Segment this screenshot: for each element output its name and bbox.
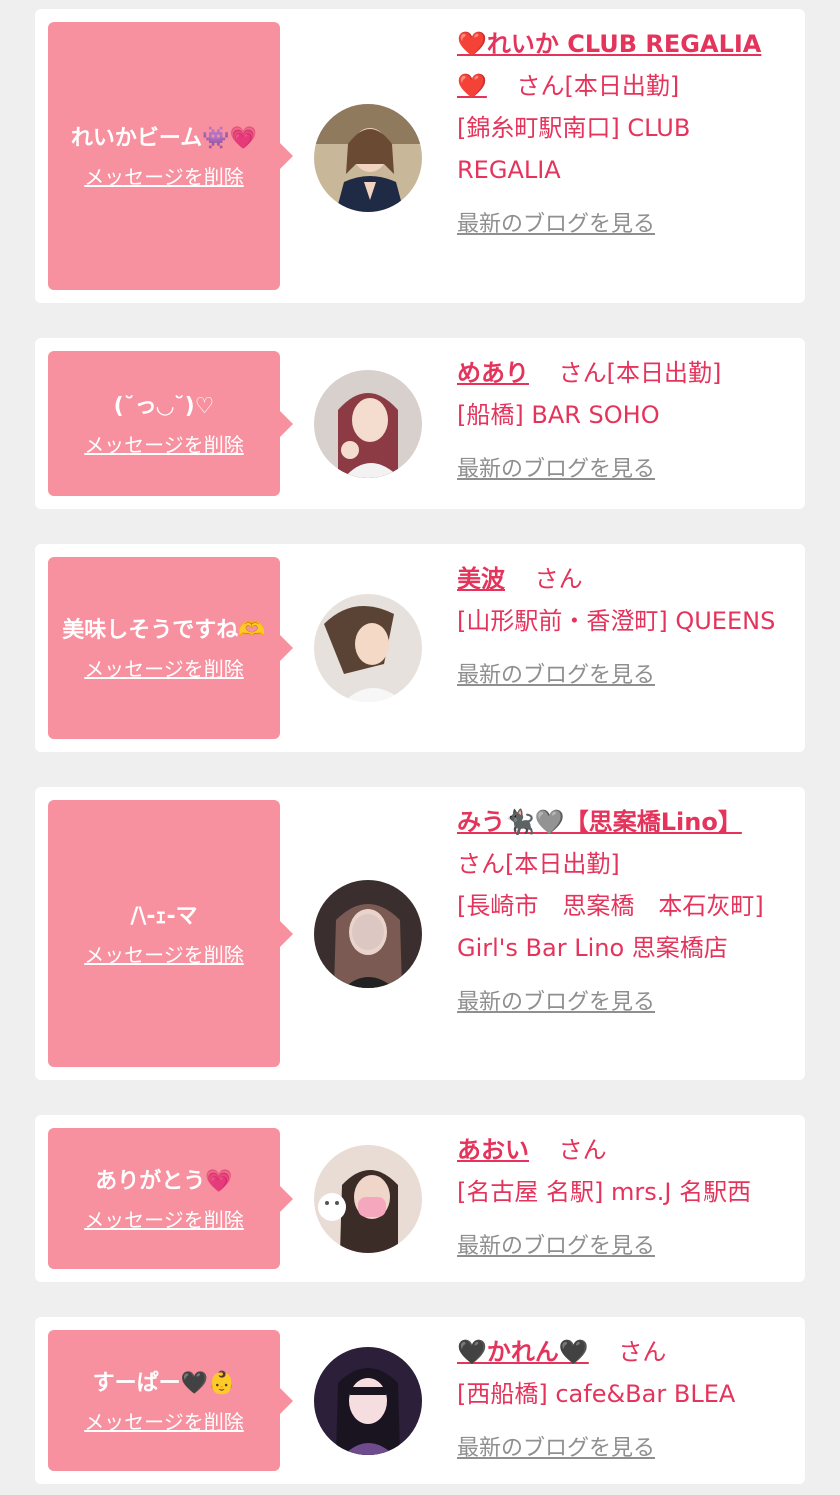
honorific: さん	[457, 850, 505, 878]
message-text: すーぱー🖤👶	[92, 1370, 236, 1396]
avatar[interactable]	[314, 104, 422, 212]
shop-name: [西船橋] cafe&Bar BLEA	[457, 1380, 736, 1408]
attendance-status: [本日出勤]	[564, 72, 680, 100]
message-bubble: 美味しそうですね🫶 メッセージを削除	[48, 557, 293, 739]
message-bubble: (˘っ◡˘)♡ メッセージを削除	[48, 351, 293, 496]
cast-info: ❤️れいか CLUB REGALIA❤️ さん[本日出勤] [錦糸町駅南口] C…	[457, 23, 793, 244]
shop-name: [錦糸町駅南口] CLUB REGALIA	[457, 114, 691, 184]
cast-card: (˘っ◡˘)♡ メッセージを削除 めあり さん[本日出勤] [船橋] BAR S…	[35, 338, 805, 509]
cast-name-link[interactable]: みう🐈‍⬛🩶【思案橋Lino】	[457, 808, 742, 836]
message-bubble: れいかビーム👾💗 メッセージを削除	[48, 22, 293, 290]
cast-name-link[interactable]: 🖤かれん🖤	[457, 1338, 589, 1366]
latest-blog-link[interactable]: 最新のブログを見る	[457, 987, 655, 1019]
delete-message-button[interactable]: メッセージを削除	[84, 431, 244, 459]
message-text: 美味しそうですね🫶	[62, 618, 266, 643]
message-text: ありがとう💗	[95, 1168, 233, 1194]
honorific: さん	[558, 359, 607, 387]
message-bubble: すーぱー🖤👶 メッセージを削除	[48, 1330, 293, 1471]
latest-blog-link[interactable]: 最新のブログを見る	[457, 1231, 655, 1263]
delete-message-button[interactable]: メッセージを削除	[84, 1206, 244, 1234]
delete-message-button[interactable]: メッセージを削除	[84, 163, 244, 191]
cast-info: 美波 さん [山形駅前・香澄町] QUEENS 最新のブログを見る	[457, 558, 793, 695]
avatar[interactable]	[314, 1347, 422, 1455]
avatar[interactable]	[314, 370, 422, 478]
message-bubble: /\-ｪ-マ メッセージを削除	[48, 800, 293, 1067]
cast-card: すーぱー🖤👶 メッセージを削除 🖤かれん🖤 さん [西船橋] cafe&Bar …	[35, 1317, 805, 1484]
honorific: さん	[516, 72, 565, 100]
cast-info: みう🐈‍⬛🩶【思案橋Lino】 さん[本日出勤] [長崎市 思案橋 本石灰町] …	[457, 801, 793, 1022]
attendance-status: [本日出勤]	[505, 850, 620, 878]
attendance-status: [本日出勤]	[606, 359, 722, 387]
favorite-cast-list: れいかビーム👾💗 メッセージを削除 ❤️れいか CLUB REGALIA❤️ さ…	[0, 0, 840, 1495]
cast-info: あおい さん [名古屋 名駅] mrs.J 名駅西 最新のブログを見る	[457, 1129, 793, 1266]
cast-info: めあり さん[本日出勤] [船橋] BAR SOHO 最新のブログを見る	[457, 352, 793, 489]
cast-name-link[interactable]: あおい	[457, 1136, 529, 1164]
message-bubble: ありがとう💗 メッセージを削除	[48, 1128, 293, 1269]
cast-card: /\-ｪ-マ メッセージを削除 みう🐈‍⬛🩶【思案橋Lino】 さん[本日出勤]…	[35, 787, 805, 1080]
shop-name: [名古屋 名駅] mrs.J 名駅西	[457, 1178, 752, 1206]
cast-card: ありがとう💗 メッセージを削除 あおい さん [名古屋 名駅] mrs.J 名駅…	[35, 1115, 805, 1282]
cast-card: 美味しそうですね🫶 メッセージを削除 美波 さん [山形駅前・香澄町] QUEE…	[35, 544, 805, 752]
message-text: (˘っ◡˘)♡	[113, 393, 215, 419]
cast-name-link[interactable]: 美波	[457, 565, 505, 593]
delete-message-button[interactable]: メッセージを削除	[84, 1408, 244, 1436]
delete-message-button[interactable]: メッセージを削除	[84, 941, 244, 969]
latest-blog-link[interactable]: 最新のブログを見る	[457, 1433, 655, 1465]
delete-message-button[interactable]: メッセージを削除	[84, 655, 244, 683]
avatar[interactable]	[314, 1145, 422, 1253]
avatar[interactable]	[314, 594, 422, 702]
shop-name: [山形駅前・香澄町] QUEENS	[457, 607, 776, 635]
honorific: さん	[618, 1338, 667, 1366]
avatar[interactable]	[314, 880, 422, 988]
shop-name: [船橋] BAR SOHO	[457, 401, 660, 429]
honorific: さん	[534, 565, 583, 593]
latest-blog-link[interactable]: 最新のブログを見る	[457, 660, 655, 692]
cast-name-link[interactable]: めあり	[457, 359, 529, 387]
cast-info: 🖤かれん🖤 さん [西船橋] cafe&Bar BLEA 最新のブログを見る	[457, 1331, 793, 1468]
message-text: /\-ｪ-マ	[130, 903, 198, 929]
shop-name: [長崎市 思案橋 本石灰町] Girl's Bar Lino 思案橋店	[457, 892, 764, 962]
latest-blog-link[interactable]: 最新のブログを見る	[457, 209, 655, 241]
cast-card: れいかビーム👾💗 メッセージを削除 ❤️れいか CLUB REGALIA❤️ さ…	[35, 9, 805, 303]
honorific: さん	[558, 1136, 607, 1164]
latest-blog-link[interactable]: 最新のブログを見る	[457, 454, 655, 486]
message-text: れいかビーム👾💗	[70, 126, 258, 151]
